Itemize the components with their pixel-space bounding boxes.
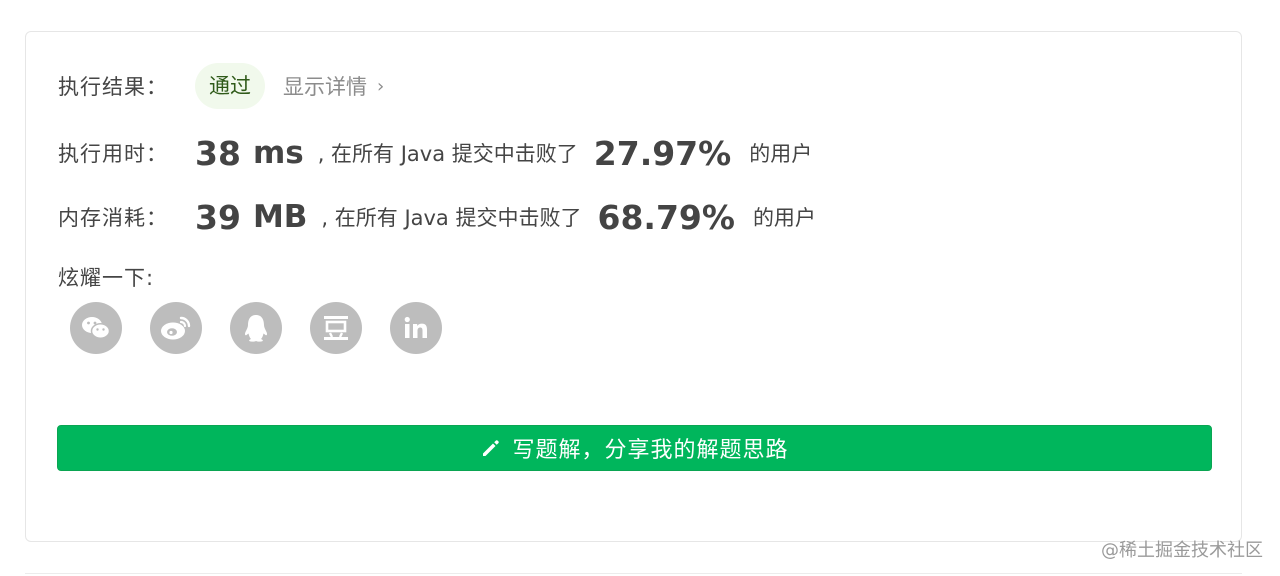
runtime-unit: ms xyxy=(252,135,304,171)
wechat-share-button[interactable] xyxy=(70,302,122,354)
memory-tail-text: 的用户 xyxy=(752,206,816,230)
watermark: @稀土掘金技术社区 xyxy=(1101,540,1263,561)
divider xyxy=(25,573,1242,574)
weibo-icon xyxy=(161,316,191,340)
runtime-tail-text: 的用户 xyxy=(749,142,813,166)
share-row: 炫耀一下: xyxy=(58,263,195,291)
memory-value: 39 xyxy=(195,197,241,237)
runtime-percent: 27.97% xyxy=(593,133,732,173)
douban-share-button[interactable] xyxy=(310,302,362,354)
status-badge: 通过 xyxy=(195,63,265,109)
write-solution-label: 写题解，分享我的解题思路 xyxy=(512,438,789,463)
pencil-icon xyxy=(480,437,502,459)
share-label: 炫耀一下: xyxy=(58,266,155,290)
linkedin-icon xyxy=(404,316,427,338)
linkedin-share-button[interactable] xyxy=(390,302,442,354)
share-icons xyxy=(70,302,442,354)
runtime-label: 执行用时： xyxy=(58,142,168,166)
runtime-comparison-text: , 在所有 Java 提交中击败了 xyxy=(317,142,578,166)
show-details-link[interactable]: 显示详情 › xyxy=(283,71,384,101)
show-details-label: 显示详情 xyxy=(283,75,367,99)
runtime-value: 38 xyxy=(195,133,241,173)
page: 执行结果： 通过 显示详情 › 执行用时： 38 ms , 在所有 Java 提… xyxy=(0,0,1280,576)
result-row: 执行结果： 通过 显示详情 › xyxy=(58,62,384,110)
runtime-row: 执行用时： 38 ms , 在所有 Java 提交中击败了 27.97% 的用户 xyxy=(58,132,812,174)
memory-comparison-text: , 在所有 Java 提交中击败了 xyxy=(321,206,582,230)
result-label: 执行结果： xyxy=(58,75,168,99)
memory-percent: 68.79% xyxy=(597,197,735,237)
wechat-icon xyxy=(82,317,111,339)
write-solution-button[interactable]: 写题解，分享我的解题思路 xyxy=(57,425,1212,471)
weibo-share-button[interactable] xyxy=(150,302,202,354)
qq-icon xyxy=(244,315,268,342)
memory-row: 内存消耗： 39 MB , 在所有 Java 提交中击败了 68.79% 的用户 xyxy=(58,196,816,238)
memory-label: 内存消耗： xyxy=(58,206,168,230)
chevron-right-icon: › xyxy=(377,75,385,97)
qq-share-button[interactable] xyxy=(230,302,282,354)
douban-icon xyxy=(324,316,348,340)
submission-result-card: 执行结果： 通过 显示详情 › 执行用时： 38 ms , 在所有 Java 提… xyxy=(25,31,1242,542)
memory-unit: MB xyxy=(252,199,308,235)
